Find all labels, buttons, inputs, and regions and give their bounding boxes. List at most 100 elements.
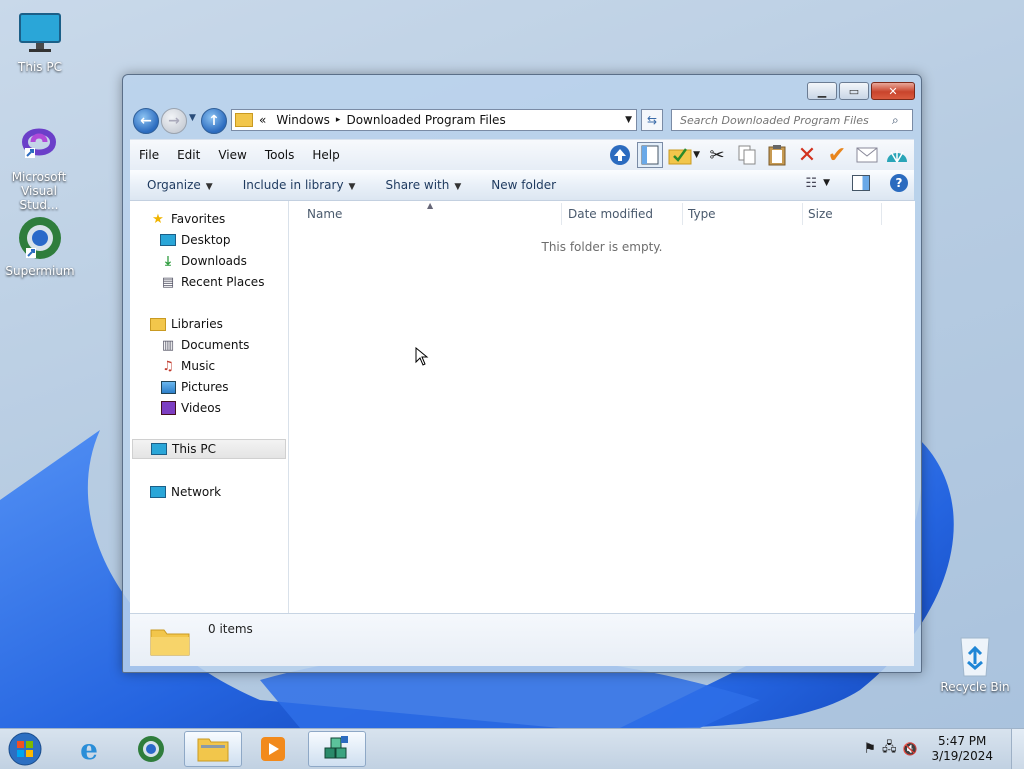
change-view-icon[interactable]: ☷ — [805, 176, 817, 191]
share-with-button[interactable]: Share with ▼ — [376, 178, 470, 192]
copy-icon[interactable] — [734, 142, 760, 168]
menu-help[interactable]: Help — [303, 148, 348, 162]
nav-downloads[interactable]: ⤓ Downloads — [160, 251, 247, 271]
folder-options-icon[interactable] — [667, 142, 693, 168]
start-button[interactable] — [6, 731, 44, 767]
arrow-left-icon: ← — [140, 113, 152, 129]
column-header-date-modified[interactable]: Date modified — [568, 207, 653, 221]
cut-icon[interactable]: ✂ — [704, 142, 730, 168]
empty-folder-message: This folder is empty. — [541, 240, 663, 254]
nav-libraries[interactable]: Libraries — [150, 314, 223, 334]
nav-label: Recent Places — [181, 275, 265, 289]
navigation-pane-toggle-icon[interactable] — [637, 142, 664, 168]
search-input[interactable] — [678, 112, 892, 128]
network-tray-icon[interactable]: 🖧 — [882, 738, 897, 760]
menu-bar: File Edit View Tools Help ▼ ✂ ✕ ✔ — [130, 139, 914, 170]
nav-label: Network — [171, 485, 222, 499]
clock-time: 5:47 PM — [938, 734, 987, 748]
download-arrow-icon: ⤓ — [165, 253, 171, 269]
include-in-library-label: Include in library — [242, 178, 344, 192]
up-button[interactable]: ↑ — [201, 108, 227, 134]
nav-documents[interactable]: ▥ Documents — [160, 335, 250, 355]
properties-check-icon[interactable]: ✔ — [824, 142, 850, 168]
desktop-icon-visual-studio[interactable]: Microsoft Visual Stud... — [0, 120, 78, 212]
desktop-icon-label: Recycle Bin — [940, 680, 1010, 694]
show-desktop-button[interactable] — [1011, 729, 1024, 769]
column-header-name[interactable]: Name — [307, 207, 342, 221]
library-folder-icon — [150, 316, 166, 332]
desktop-icon-this-pc[interactable]: This PC — [0, 10, 80, 74]
menu-view[interactable]: View — [209, 148, 255, 162]
address-row: ← → ▼ ↑ « Windows ▸ Downloaded Program F… — [131, 107, 913, 135]
nav-this-pc[interactable]: This PC — [132, 439, 286, 459]
refresh-button[interactable]: ⇆ — [641, 109, 663, 131]
delete-icon[interactable]: ✕ — [794, 142, 820, 168]
taskbar-supermium[interactable] — [122, 731, 180, 767]
close-button[interactable]: ✕ — [871, 82, 915, 100]
include-in-library-button[interactable]: Include in library ▼ — [234, 178, 365, 192]
folder-icon — [235, 113, 253, 127]
organize-button[interactable]: Organize ▼ — [138, 178, 222, 192]
breadcrumb-segment[interactable]: Windows — [276, 113, 330, 127]
desktop-icon-recycle-bin[interactable]: Recycle Bin — [935, 634, 1015, 694]
taskbar-app-installer[interactable] — [308, 731, 366, 767]
column-divider[interactable] — [802, 203, 803, 225]
close-icon: ✕ — [888, 84, 898, 98]
paste-icon[interactable] — [764, 142, 790, 168]
column-divider[interactable] — [682, 203, 683, 225]
email-icon[interactable] — [854, 142, 880, 168]
folder-options-dropdown-icon[interactable]: ▼ — [693, 150, 700, 160]
back-button[interactable]: ← — [133, 108, 159, 134]
minimize-button[interactable]: ▁ — [807, 82, 837, 100]
nav-network[interactable]: Network — [150, 482, 221, 502]
recent-locations-dropdown[interactable]: ▼ — [189, 113, 196, 123]
caption-buttons: ▁ ▭ ✕ — [807, 82, 915, 100]
desktop-icon-supermium[interactable]: Supermium — [0, 214, 80, 278]
explorer-window[interactable]: ▁ ▭ ✕ ← → ▼ ↑ « Windows ▸ Downloaded Pro… — [122, 74, 922, 673]
menu-tools[interactable]: Tools — [256, 148, 304, 162]
nav-music[interactable]: ♫ Music — [160, 356, 215, 376]
forward-button[interactable]: → — [161, 108, 187, 134]
address-chevron[interactable]: « — [259, 113, 266, 127]
file-list[interactable]: ▲ Name Date modified Type Size This fold… — [289, 201, 915, 613]
menu-file[interactable]: File — [130, 148, 168, 162]
chevron-down-icon: ▼ — [454, 182, 462, 192]
column-divider[interactable] — [881, 203, 882, 225]
column-header-type[interactable]: Type — [688, 207, 716, 221]
visual-studio-icon — [15, 120, 63, 168]
column-divider[interactable] — [561, 203, 562, 225]
nav-favorites[interactable]: ★ Favorites — [150, 209, 225, 229]
documents-icon: ▥ — [161, 337, 175, 353]
breadcrumb-separator[interactable]: ▸ — [336, 115, 341, 125]
help-icon[interactable]: ? — [890, 174, 908, 192]
search-box[interactable]: ⌕ — [671, 109, 913, 131]
action-center-flag-icon[interactable]: ⚑ — [863, 741, 876, 757]
arrow-up-icon: ↑ — [208, 113, 220, 129]
maximize-button[interactable]: ▭ — [839, 82, 869, 100]
search-icon[interactable]: ⌕ — [892, 113, 899, 128]
nav-videos[interactable]: Videos — [160, 398, 221, 418]
taskbar-file-explorer[interactable] — [184, 731, 242, 767]
nav-recent-places[interactable]: ▤ Recent Places — [160, 272, 265, 292]
nav-pictures[interactable]: Pictures — [160, 377, 229, 397]
up-arrow-toolbar-icon[interactable] — [607, 142, 633, 168]
taskbar-internet-explorer[interactable]: e — [60, 731, 118, 767]
breadcrumb-segment[interactable]: Downloaded Program Files — [346, 113, 505, 127]
chevron-down-icon[interactable]: ▼ — [823, 178, 830, 188]
address-dropdown-icon[interactable]: ▼ — [625, 115, 632, 125]
taskbar-media-player[interactable] — [244, 731, 302, 767]
preview-pane-icon[interactable] — [852, 175, 870, 191]
menu-edit[interactable]: Edit — [168, 148, 209, 162]
new-folder-button[interactable]: New folder — [482, 178, 565, 192]
shell-icon[interactable] — [884, 142, 910, 168]
clock[interactable]: 5:47 PM 3/19/2024 — [931, 734, 993, 764]
address-bar[interactable]: « Windows ▸ Downloaded Program Files ▼ — [231, 109, 637, 131]
column-header-size[interactable]: Size — [808, 207, 833, 221]
navigation-pane: ★ Favorites Desktop ⤓ Downloads ▤ Recent… — [130, 201, 289, 613]
folder-icon — [150, 629, 190, 656]
arrow-right-icon: → — [168, 113, 180, 129]
volume-muted-icon[interactable]: 🔇 — [903, 742, 918, 756]
desktop-icon — [160, 232, 176, 248]
taskbar: e ⚑ 🖧 🔇 5:47 PM 3/19/2024 — [0, 728, 1024, 769]
nav-desktop[interactable]: Desktop — [160, 230, 231, 250]
